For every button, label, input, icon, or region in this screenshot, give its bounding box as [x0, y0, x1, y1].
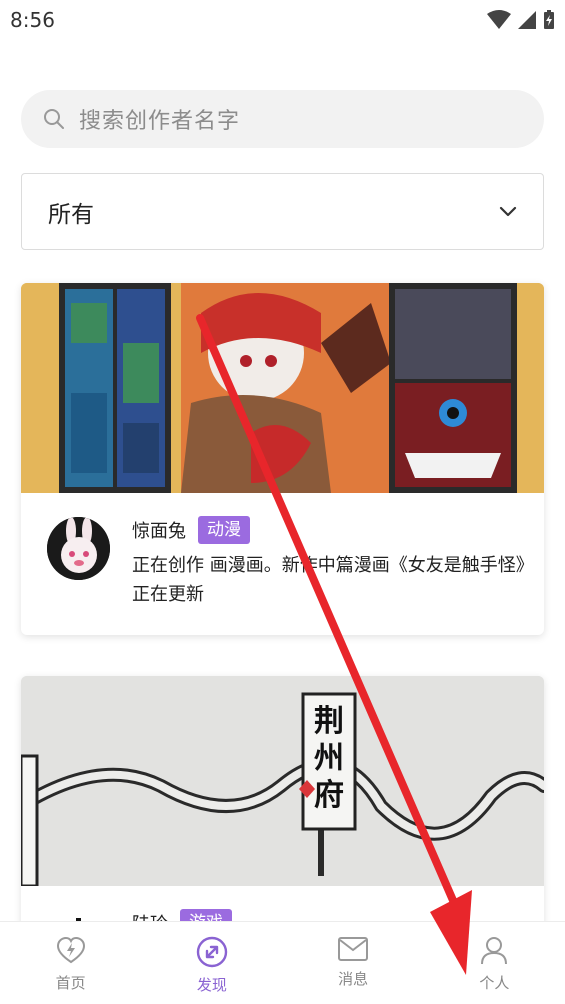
wifi-icon	[487, 10, 511, 29]
nav-item-home[interactable]: 首页	[0, 922, 141, 993]
category-select-value: 所有	[48, 201, 94, 228]
message-icon	[338, 937, 369, 961]
search-input[interactable]: 搜索创作者名字	[21, 90, 544, 148]
search-placeholder: 搜索创作者名字	[79, 109, 241, 134]
banner-title-char-3: 府	[314, 778, 344, 813]
status-bar: 8:56	[0, 0, 565, 40]
category-select[interactable]: 所有	[21, 173, 544, 250]
banner-title-char-1: 荆	[314, 704, 344, 739]
discover-icon	[196, 936, 228, 968]
category-tag: 动漫	[198, 516, 250, 544]
status-icons	[487, 10, 555, 30]
nav-label-messages: 消息	[338, 970, 369, 988]
nav-item-discover[interactable]: 发现	[141, 922, 282, 995]
banner-artwork	[21, 283, 544, 493]
chevron-down-icon	[499, 206, 517, 216]
creator-banner-image: 荆 州 府	[21, 676, 544, 886]
home-heart-icon	[56, 936, 85, 964]
creator-card[interactable]: 惊面兔 动漫 正在创作 画漫画。新作中篇漫画《女友是触手怪》正在更新	[21, 283, 544, 635]
search-icon	[44, 109, 64, 129]
status-time: 8:56	[10, 8, 55, 32]
avatar[interactable]	[47, 517, 110, 580]
nav-label-profile: 个人	[479, 974, 510, 992]
battery-icon	[544, 10, 554, 29]
banner-title-char-2: 州	[314, 741, 344, 776]
creator-banner-image	[21, 283, 544, 493]
nav-label-home: 首页	[55, 974, 86, 992]
author-description: 正在创作 画漫画。新作中篇漫画《女友是触手怪》正在更新	[132, 555, 525, 605]
signal-icon	[518, 11, 536, 29]
banner-artwork: 荆 州 府	[21, 676, 544, 886]
nav-item-messages[interactable]: 消息	[283, 922, 424, 989]
creator-card-body: 惊面兔 动漫 正在创作 画漫画。新作中篇漫画《女友是触手怪》正在更新	[21, 493, 544, 609]
creator-card[interactable]: 荆 州 府 陆玲 游戏	[21, 676, 544, 936]
author-name[interactable]: 惊面兔	[132, 517, 186, 543]
person-icon	[481, 937, 508, 965]
bottom-navigation: 首页 发现 消息 个人	[0, 921, 565, 1004]
author-row: 惊面兔 动漫	[132, 515, 518, 545]
nav-item-profile[interactable]: 个人	[424, 922, 565, 993]
nav-label-discover: 发现	[196, 976, 227, 994]
